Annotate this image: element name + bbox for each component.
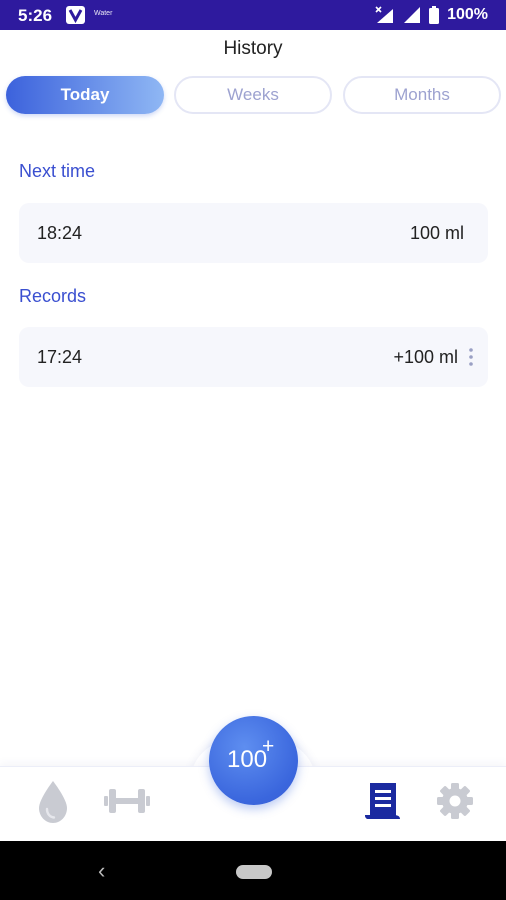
app-v-icon (66, 6, 85, 24)
next-time-card: 18:24 100 ml (19, 203, 488, 263)
next-time-value: 18:24 (37, 223, 83, 243)
signal-icon (404, 7, 421, 23)
page-title: History (223, 38, 283, 59)
settings-gear-icon[interactable] (436, 782, 474, 820)
period-tabs: Today Weeks Months (6, 76, 502, 114)
status-bar: 5:26 Water 100% (0, 0, 506, 30)
record-amount: +100 ml (393, 347, 458, 367)
next-amount-value: 100 ml (409, 223, 464, 243)
tab-months[interactable]: Months (343, 76, 501, 114)
system-nav-bar: ‹ (0, 841, 506, 900)
water-drop-icon[interactable] (36, 779, 70, 825)
record-item[interactable]: 17:24 +100 ml (19, 327, 488, 387)
next-time-heading: Next time (19, 161, 96, 181)
battery-icon (429, 6, 440, 24)
status-icons: 100% (375, 5, 488, 25)
signal-x-icon (375, 6, 394, 23)
status-app-name: Water (94, 10, 113, 17)
quick-add-button[interactable]: 100 + (209, 716, 298, 805)
home-pill[interactable] (236, 865, 272, 879)
tab-today[interactable]: Today (6, 76, 164, 114)
back-icon[interactable]: ‹ (98, 858, 105, 884)
record-time: 17:24 (37, 347, 83, 367)
records-heading: Records (19, 286, 87, 306)
history-icon[interactable] (364, 781, 402, 821)
status-time: 5:26 (18, 6, 53, 25)
more-vert-icon[interactable] (468, 347, 474, 367)
battery-percent: 100% (447, 6, 488, 23)
tab-weeks[interactable]: Weeks (174, 76, 332, 114)
plus-icon: + (262, 735, 275, 758)
dumbbell-icon[interactable] (104, 786, 150, 816)
